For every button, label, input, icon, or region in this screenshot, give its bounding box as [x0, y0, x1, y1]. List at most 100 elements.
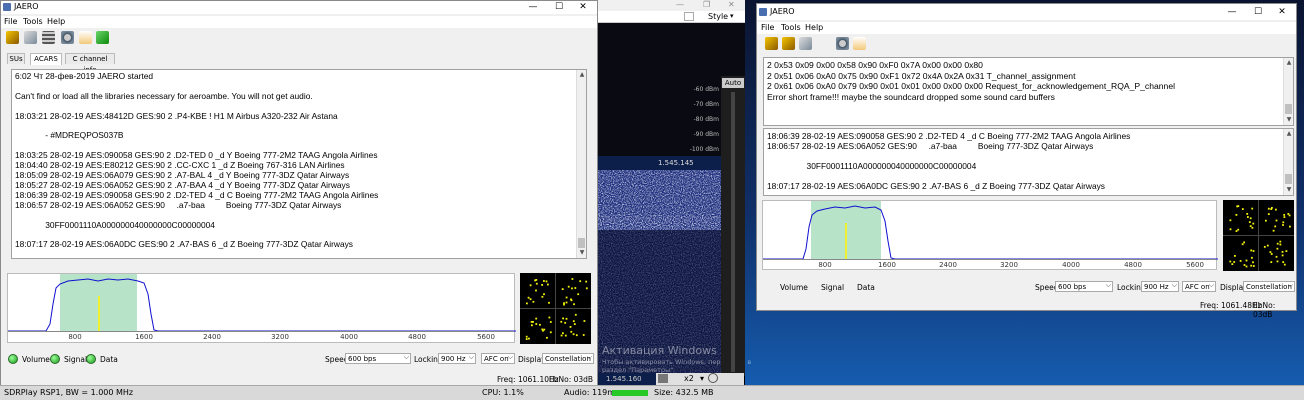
speed-select[interactable]: 600 bps: [1055, 280, 1113, 292]
scroll-down-icon[interactable]: ▼: [577, 248, 586, 258]
scroll-thumb[interactable]: [578, 238, 585, 248]
db-tick: -90 dBm: [693, 131, 719, 138]
menu-tools[interactable]: Tools: [781, 23, 801, 32]
close-button[interactable]: ✕: [571, 1, 595, 14]
tab-sus[interactable]: SUs: [7, 53, 25, 64]
sdr-spectrum[interactable]: -60 dBm -70 dBm -80 dBm -90 dBm -100 dBm: [598, 76, 721, 156]
maximize-button[interactable]: ☐: [547, 1, 571, 14]
log-line: 18:06:57 28-02-19 AES:06A052 GES:90 .a7-…: [767, 141, 1094, 151]
volume-label: Volume: [22, 355, 50, 364]
freq-tick: 4800: [408, 333, 426, 341]
menu-tools[interactable]: Tools: [23, 17, 43, 26]
freq-tick: 4000: [340, 333, 358, 341]
note-icon[interactable]: [79, 31, 92, 44]
scroll-thumb[interactable]: [1285, 174, 1292, 184]
freq-tick: 800: [68, 333, 82, 341]
spectrum-trace: [763, 205, 1218, 260]
locking-select[interactable]: 900 Hz: [438, 352, 476, 364]
constellation-plot: [1223, 200, 1294, 271]
chevron-down-icon[interactable]: ▾: [700, 374, 704, 383]
broom-icon[interactable]: [6, 31, 19, 44]
vertical-scrollbar[interactable]: ▲ ▼: [1283, 58, 1293, 125]
plane-icon[interactable]: [799, 37, 812, 50]
jaero-window-left: JAERO — ☐ ✕ File Tools Help SUs ACARS C …: [0, 0, 598, 386]
menubar: File Tools Help: [1, 16, 597, 28]
layout-icon[interactable]: [684, 12, 694, 21]
menu-file[interactable]: File: [4, 17, 17, 26]
freq-tick: 4000: [1062, 261, 1080, 269]
acars-log-text: 18:06:39 28-02-19 AES:090058 GES:90 2 .D…: [767, 131, 1279, 191]
data-label: Data: [100, 355, 118, 364]
signal-label: Signal: [64, 355, 88, 364]
display-select[interactable]: Constellation: [1243, 280, 1295, 292]
scroll-up-icon[interactable]: ▲: [1284, 58, 1293, 68]
menu-file[interactable]: File: [761, 23, 774, 32]
gear-icon[interactable]: [61, 31, 74, 44]
close-icon[interactable]: ✕: [728, 0, 735, 9]
menu-help[interactable]: Help: [805, 23, 823, 32]
app-icon: [759, 8, 767, 16]
scroll-down-icon[interactable]: ▼: [1284, 185, 1293, 195]
scroll-up-icon[interactable]: ▲: [1284, 129, 1293, 139]
status-ebno: EbNo: 03dB: [549, 375, 594, 384]
style-menu[interactable]: Style: [708, 12, 728, 21]
close-button[interactable]: ✕: [1270, 6, 1294, 19]
auto-button[interactable]: Auto: [722, 78, 744, 88]
menu-help[interactable]: Help: [47, 17, 65, 26]
freq-tick: 2400: [939, 261, 957, 269]
db-scale: -60 dBm -70 dBm -80 dBm -90 dBm -100 dBm: [690, 82, 719, 157]
acars-log[interactable]: 18:06:39 28-02-19 AES:090058 GES:90 2 .D…: [763, 128, 1294, 196]
minimize-button[interactable]: —: [1220, 6, 1244, 19]
zoom-level[interactable]: x2: [684, 374, 694, 383]
scroll-down-icon[interactable]: ▼: [1284, 115, 1293, 125]
chevron-down-icon[interactable]: ▾: [730, 12, 734, 20]
plane-icon[interactable]: [24, 31, 37, 44]
afc-select[interactable]: AFC on: [1182, 280, 1216, 292]
speaker-icon[interactable]: [96, 31, 109, 44]
log-line: 2 0x53 0x09 0x00 0x58 0x90 0xF0 0x7A 0x0…: [767, 60, 983, 70]
spectrum-baseline: [763, 259, 1216, 260]
speed-select[interactable]: 600 bps: [345, 352, 411, 364]
minimize-icon[interactable]: —: [676, 0, 684, 9]
db-tick: -60 dBm: [693, 86, 719, 93]
freq-tick: 4800: [1124, 261, 1142, 269]
gear-icon[interactable]: [836, 37, 849, 50]
freq-tick: 800: [818, 261, 832, 269]
sdr-waterfall[interactable]: Активация Windows Чтобы активировать Win…: [598, 170, 751, 375]
tab-c-channel-info[interactable]: C channel info: [65, 53, 115, 74]
minimize-button[interactable]: —: [521, 1, 545, 14]
scroll-thumb[interactable]: [1285, 104, 1292, 114]
scroll-up-icon[interactable]: ▲: [577, 70, 586, 80]
titlebar: JAERO — ☐ ✕: [1, 1, 597, 14]
vertical-scrollbar[interactable]: ▲ ▼: [576, 70, 586, 258]
speaker-icon[interactable]: [658, 374, 668, 383]
broom-icon[interactable]: [765, 37, 778, 50]
database-icon[interactable]: [42, 31, 55, 44]
signal-led: [50, 354, 60, 364]
slider-track[interactable]: [731, 92, 735, 372]
sdr-menubar: Style ▾: [598, 11, 745, 23]
display-select[interactable]: Constellation: [542, 352, 594, 364]
debug-log[interactable]: 2 0x53 0x09 0x00 0x58 0x90 0xF0 0x7A 0x0…: [763, 57, 1294, 126]
broom-icon[interactable]: [782, 37, 795, 50]
db-tick: -80 dBm: [693, 116, 719, 123]
sdr-plot-top: [598, 23, 745, 76]
settings-icon[interactable]: [708, 373, 718, 383]
note-icon[interactable]: [853, 37, 866, 50]
maximize-button[interactable]: ☐: [1246, 6, 1270, 19]
tab-acars[interactable]: ACARS: [30, 53, 62, 65]
vertical-scrollbar[interactable]: ▲ ▼: [1283, 129, 1293, 195]
locking-select[interactable]: 900 Hz: [1141, 280, 1179, 292]
freq-tick: 3200: [271, 333, 289, 341]
window-title: JAERO: [14, 2, 39, 11]
audio-spectrum: 800 1600 2400 3200 4000 4800 5600: [7, 273, 516, 343]
freq-tick: 5600: [477, 333, 495, 341]
log-line: 30FF0001110A000000040000000C00000004: [767, 161, 977, 171]
log-line: 2 0x51 0x06 0xA0 0x75 0x90 0xF1 0x72 0x4…: [767, 70, 1076, 81]
afc-select[interactable]: AFC on: [481, 352, 515, 364]
restore-icon[interactable]: ❐: [703, 0, 710, 9]
acars-log[interactable]: 6:02 Чт 28-фев-2019 JAERO started Can't …: [11, 69, 587, 259]
log-line: 18:07:17 28-02-19 AES:06A0DC GES:90 2 .A…: [15, 239, 353, 250]
